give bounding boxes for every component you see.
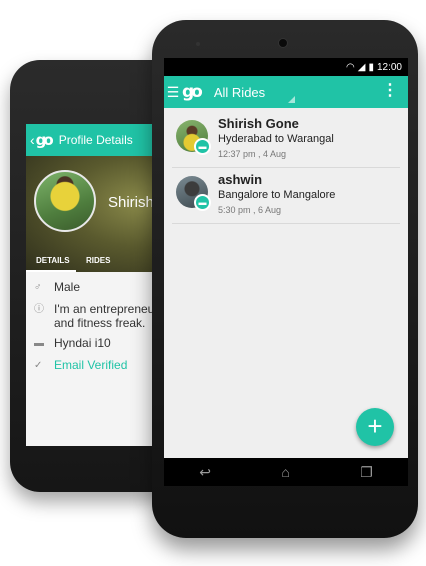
recents-icon[interactable]: ❐ [360,464,373,481]
battery-icon: ▮ [368,61,374,73]
status-time: 12:00 [376,61,402,73]
overflow-menu-icon[interactable]: ⋮ [382,83,398,99]
rides-screen: ◠ ◢ ▮ 12:00 ☰ go All Rides ⋮ ▬ Shirish G… [164,58,408,486]
nav-bar: ↩ ⌂ ❐ [164,458,408,486]
profile-hero: Shirish DETAILS RIDES [26,156,168,272]
detail-gender: ♂ Male [26,280,168,302]
profile-header-title: Profile Details [58,133,133,147]
dropdown-triangle-icon[interactable] [288,96,295,103]
signal-icon: ◢ [357,61,366,73]
tab-rides[interactable]: RIDES [76,250,126,272]
info-icon: ⓘ [34,304,44,315]
car-badge-icon: ▬ [194,194,211,211]
ride-driver-name: ashwin [218,172,263,187]
profile-tabs: DETAILS RIDES [26,250,168,272]
wifi-icon: ◠ [346,61,355,73]
list-item[interactable]: ▬ Shirish Gone Hyderabad to Warangal 12:… [172,112,400,168]
profile-header: ‹ go Profile Details [26,124,168,156]
detail-email: ✓ Email Verified [26,358,168,380]
detail-car: ▬ Hyndai i10 [26,336,168,358]
status-bar: ◠ ◢ ▮ 12:00 [164,58,408,76]
detail-car-text: Hyndai i10 [54,336,111,350]
gender-icon: ♂ [34,282,42,293]
profile-screen: ‹ go Profile Details Shirish DETAILS RID… [26,124,168,446]
ride-driver-name: Shirish Gone [218,116,299,131]
ride-route: Bangalore to Mangalore [218,189,336,201]
front-camera [278,38,288,48]
home-icon[interactable]: ⌂ [281,464,289,480]
ride-time: 12:37 pm , 4 Aug [218,149,287,159]
app-bar: ☰ go All Rides ⋮ [164,76,408,108]
tab-details[interactable]: DETAILS [26,250,76,272]
list-item[interactable]: ▬ ashwin Bangalore to Mangalore 5:30 pm … [172,168,400,224]
back-chevron-icon[interactable]: ‹ [30,132,35,148]
car-badge-icon: ▬ [194,138,211,155]
profile-details: ♂ Male ⓘ I'm an entrepreneur.. and fitne… [26,280,168,380]
profile-name: Shirish [108,194,154,211]
ride-time: 5:30 pm , 6 Aug [218,205,282,215]
detail-bio: ⓘ I'm an entrepreneur.. and fitness frea… [26,302,168,336]
detail-email-text: Email Verified [54,358,128,372]
add-ride-button[interactable]: + [356,408,394,446]
ride-list: ▬ Shirish Gone Hyderabad to Warangal 12:… [172,112,400,224]
proximity-sensor [196,42,200,46]
car-icon: ▬ [34,338,44,349]
rides-filter-title[interactable]: All Rides [214,85,265,100]
menu-icon[interactable]: ☰ [166,84,180,101]
app-logo-icon: go [182,82,203,102]
detail-bio-text: I'm an entrepreneur.. and fitness freak. [54,302,165,330]
app-logo-icon: go [35,131,54,149]
profile-avatar [34,170,96,232]
back-icon[interactable]: ↩ [199,464,211,481]
ride-route: Hyderabad to Warangal [218,133,334,145]
detail-gender-text: Male [54,280,81,294]
check-icon: ✓ [34,360,43,371]
